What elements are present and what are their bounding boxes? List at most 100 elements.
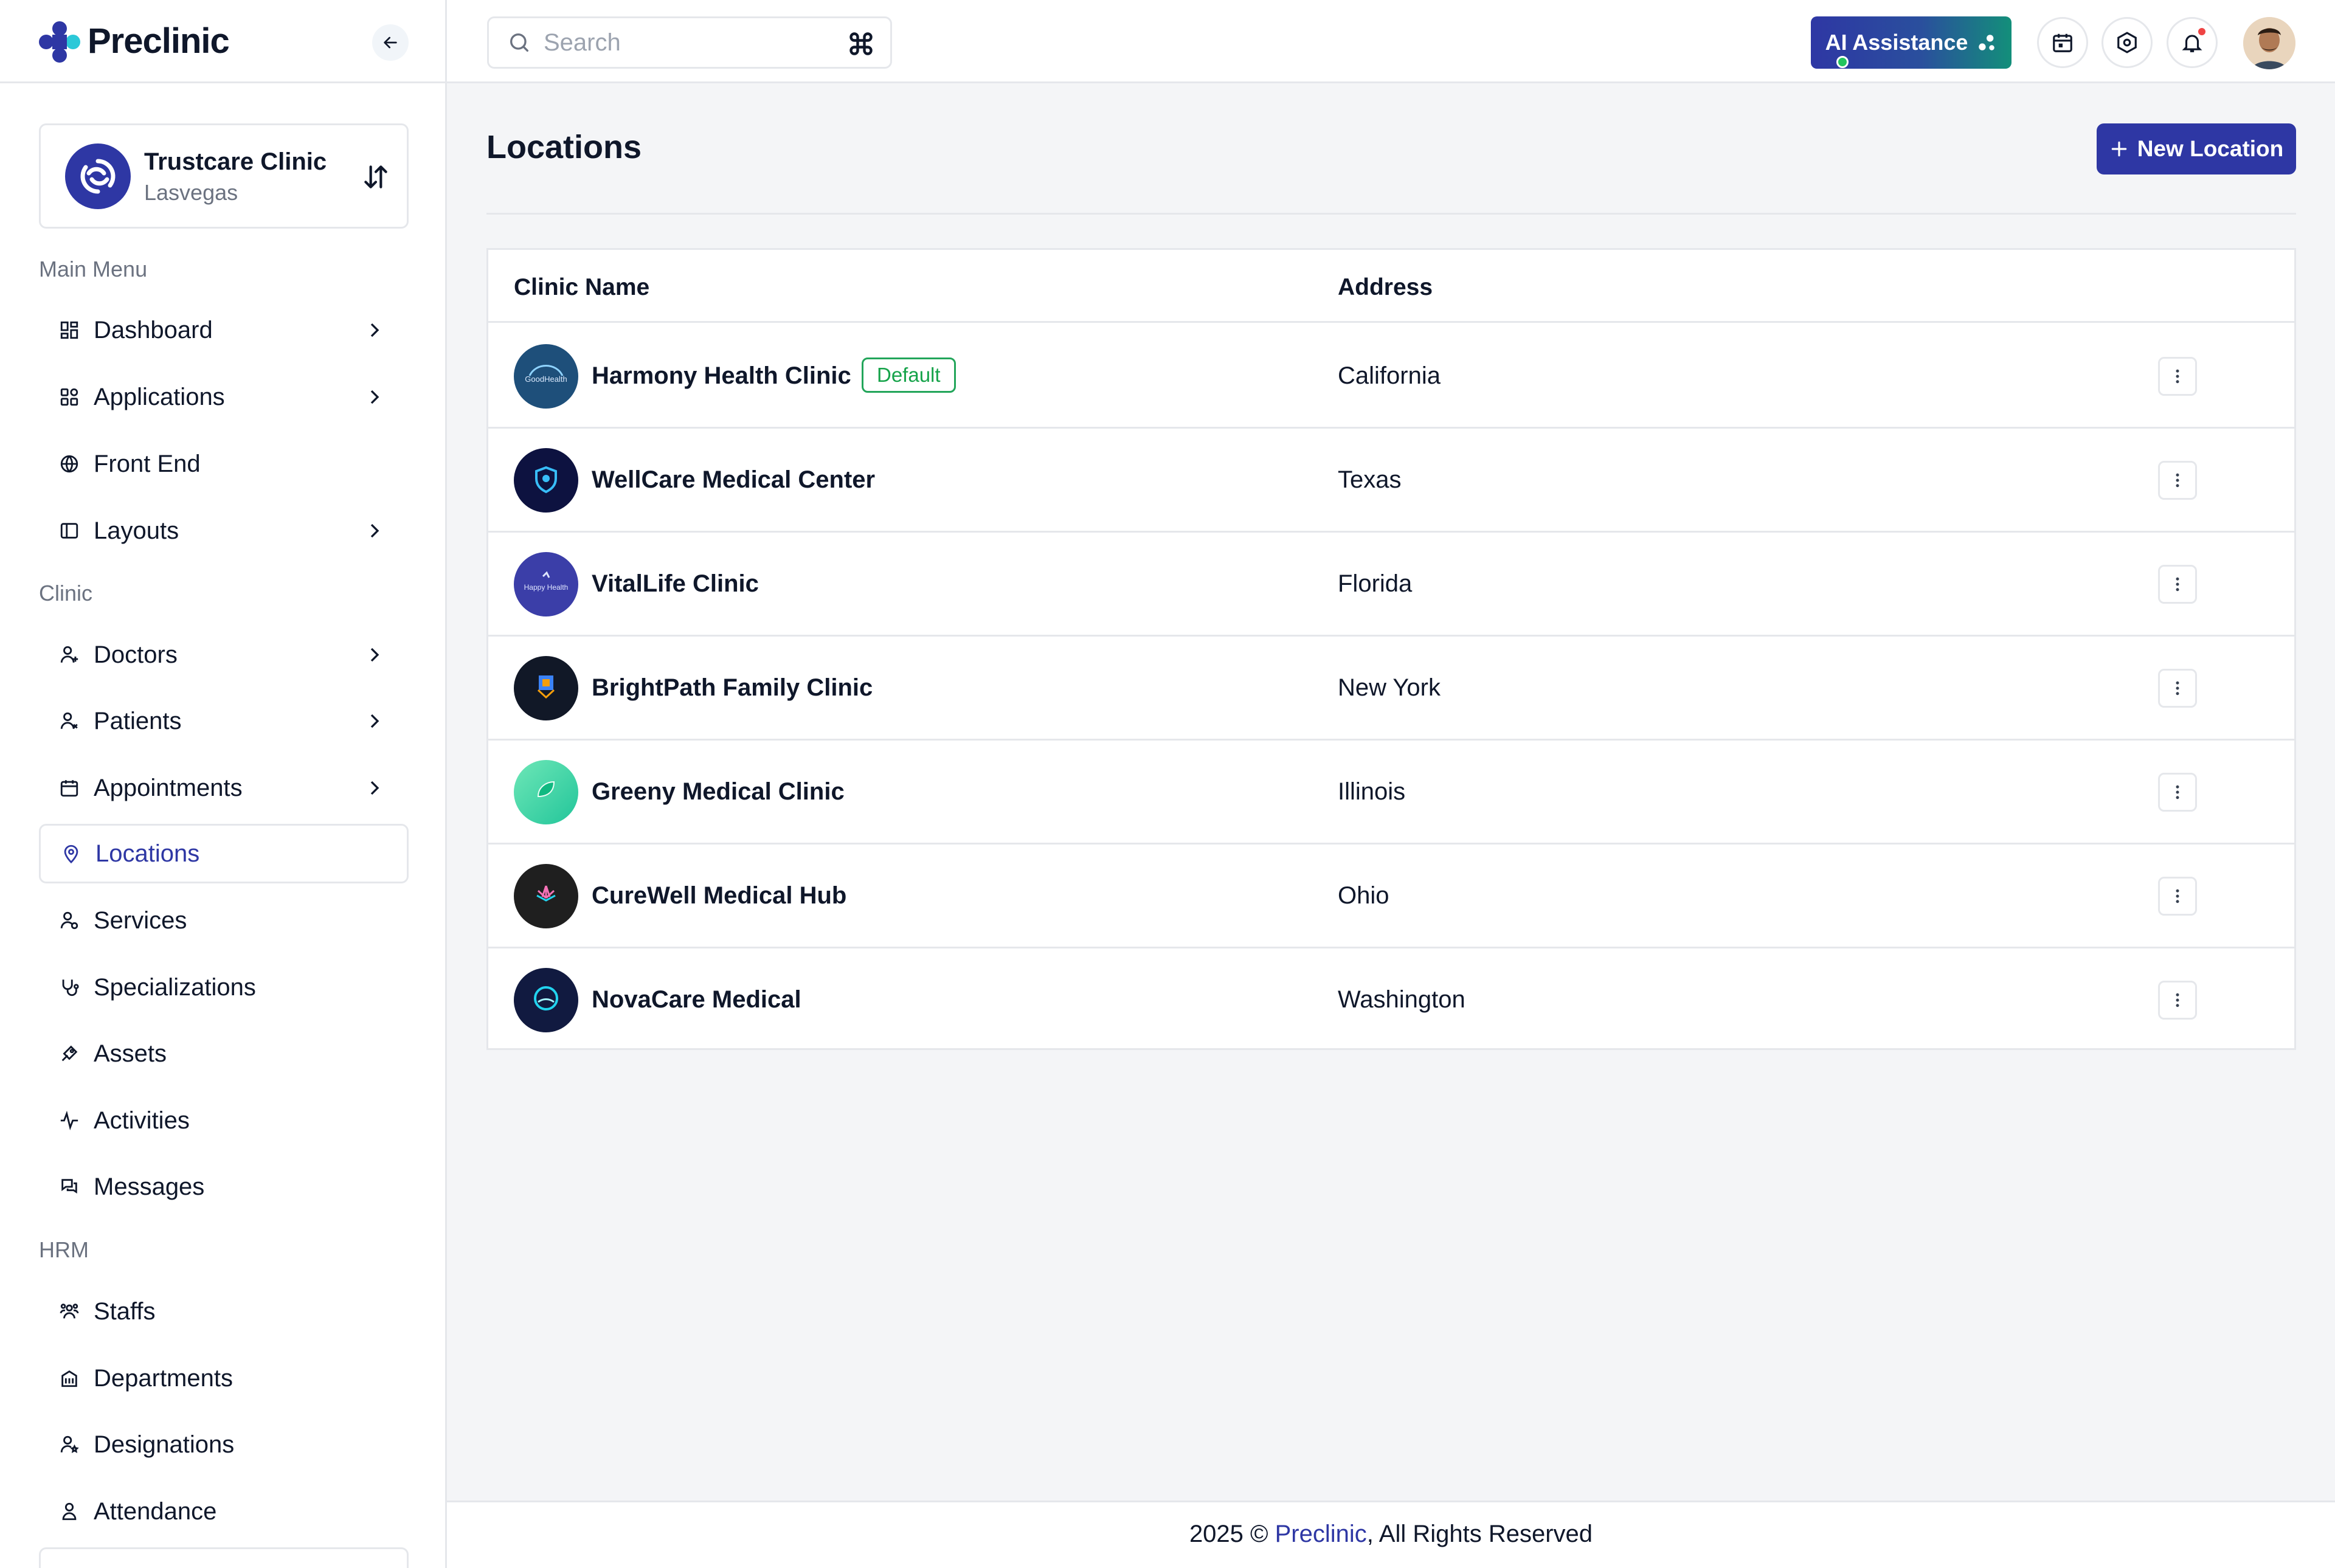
clinic-logo-image (514, 864, 578, 928)
sidebar-item-applications[interactable]: Applications (39, 367, 409, 427)
settings-hexagon-icon (2117, 32, 2137, 54)
doctor-icon (56, 641, 83, 668)
locations-table: Clinic Name Address GoodHealth Harmony H… (486, 248, 2296, 1050)
table-row[interactable]: WellCare Medical Center Texas (488, 429, 2294, 533)
clinic-name: VitalLife Clinic (592, 570, 759, 597)
sidebar-item-label: Activities (94, 1107, 190, 1134)
clinic-logo-image (514, 448, 578, 513)
building-icon (56, 1365, 83, 1392)
sidebar-item-layouts[interactable]: Layouts (39, 501, 409, 561)
sidebar-item-services[interactable]: Services (39, 891, 409, 950)
table-row[interactable]: BrightPath Family Clinic New York (488, 637, 2294, 741)
row-actions-button[interactable] (2158, 981, 2197, 1020)
sidebar-item-dashboard[interactable]: Dashboard (39, 300, 409, 360)
table-row[interactable]: CureWell Medical Hub Ohio (488, 844, 2294, 948)
sidebar-item-label: Front End (94, 450, 201, 477)
more-vertical-icon (2176, 473, 2179, 488)
row-actions-button[interactable] (2158, 357, 2197, 396)
sidebar-item-designations[interactable]: Designations (39, 1415, 409, 1474)
footer-prefix: 2025 © (1189, 1521, 1275, 1547)
sidebar-item-label: Assets (94, 1040, 167, 1067)
clinic-address: California (1338, 362, 1441, 389)
sidebar-item-activities[interactable]: Activities (39, 1091, 409, 1150)
designation-icon (56, 1431, 83, 1458)
row-actions-button[interactable] (2158, 565, 2197, 604)
calendar-button[interactable] (2037, 17, 2088, 68)
arrow-left-icon (384, 36, 397, 49)
header-divider (486, 213, 2296, 215)
clinic-logo-image: GoodHealth (514, 344, 578, 409)
menu-heading-hrm: HRM (39, 1237, 89, 1262)
command-key-icon (849, 32, 873, 55)
ai-assistance-label: AI Assistance (1825, 30, 1968, 55)
swap-vertical-icon (364, 165, 387, 188)
sidebar-item-front-end[interactable]: Front End (39, 434, 409, 494)
settings-button[interactable] (2102, 17, 2153, 68)
row-actions-button[interactable] (2158, 461, 2197, 500)
search-input[interactable] (544, 29, 835, 57)
clinic-logo-image (514, 656, 578, 720)
clinic-address: New York (1338, 674, 1441, 701)
brand-header: Preclinic (0, 0, 445, 83)
online-status-dot (1836, 56, 1849, 68)
sidebar-item-locations[interactable]: Locations (39, 824, 409, 883)
user-avatar[interactable] (2243, 17, 2295, 69)
sidebar-bottom-card (39, 1547, 409, 1568)
sidebar-item-label: Specializations (94, 973, 256, 1001)
sidebar-item-label: Doctors (94, 641, 178, 668)
sidebar-item-label: Attendance (94, 1497, 217, 1525)
clinic-logo (514, 864, 578, 928)
preclinic-logo-icon (39, 21, 80, 63)
sidebar-item-specializations[interactable]: Specializations (39, 958, 409, 1017)
sidebar-item-staffs[interactable]: Staffs (39, 1282, 409, 1341)
sidebar-item-assets[interactable]: Assets (39, 1024, 409, 1083)
dashboard-icon (56, 317, 83, 344)
attendance-icon (56, 1498, 83, 1525)
collapse-sidebar-button[interactable] (372, 24, 409, 61)
clinic-name: Harmony Health Clinic (592, 362, 851, 389)
menu-heading-main: Main Menu (39, 257, 148, 281)
messages-icon (56, 1173, 83, 1200)
sidebar-item-label: Dashboard (94, 316, 213, 344)
more-vertical-icon (2176, 785, 2179, 800)
chevron-right-icon (370, 323, 379, 337)
clinic-name: NovaCare Medical (592, 986, 801, 1013)
table-row[interactable]: NovaCare Medical Washington (488, 948, 2294, 1052)
notifications-button[interactable] (2167, 17, 2218, 68)
patient-icon (56, 708, 83, 734)
sidebar: Preclinic Trustcare Clinic Lasvegas Main… (0, 0, 447, 1568)
more-vertical-icon (2176, 681, 2179, 696)
sidebar-item-patients[interactable]: Patients (39, 691, 409, 751)
clinic-logo (514, 968, 578, 1032)
sidebar-item-label: Appointments (94, 774, 243, 801)
row-actions-button[interactable] (2158, 773, 2197, 812)
sidebar-item-messages[interactable]: Messages (39, 1157, 409, 1217)
sidebar-item-appointments[interactable]: Appointments (39, 758, 409, 818)
row-actions-button[interactable] (2158, 669, 2197, 708)
sidebar-item-departments[interactable]: Departments (39, 1349, 409, 1408)
clinic-name: BrightPath Family Clinic (592, 674, 873, 701)
calendar-icon (56, 775, 83, 801)
table-row[interactable]: Greeny Medical Clinic Illinois (488, 741, 2294, 844)
staffs-icon (56, 1298, 83, 1325)
clinic-logo (514, 760, 578, 824)
row-actions-button[interactable] (2158, 877, 2197, 916)
apps-icon (56, 384, 83, 410)
svg-text:Happy Health: Happy Health (524, 583, 569, 592)
sidebar-item-attendance[interactable]: Attendance (39, 1482, 409, 1541)
new-location-button[interactable]: New Location (2097, 123, 2296, 174)
clinic-avatar (65, 143, 131, 209)
sidebar-item-label: Patients (94, 707, 182, 734)
footer-brand-link[interactable]: Preclinic (1275, 1521, 1367, 1547)
clinic-logo-image (514, 760, 578, 824)
footer-text: 2025 © Preclinic, All Rights Reserved (447, 1521, 2335, 1548)
sidebar-item-doctors[interactable]: Doctors (39, 625, 409, 685)
clinic-logo: GoodHealth (514, 344, 578, 409)
clinic-switcher[interactable]: Trustcare Clinic Lasvegas (39, 123, 409, 229)
sidebar-item-label: Layouts (94, 517, 179, 544)
table-row[interactable]: GoodHealth Harmony Health Clinic Default… (488, 325, 2294, 429)
clinic-city: Lasvegas (144, 180, 238, 205)
new-location-label: New Location (2137, 136, 2284, 161)
clinic-logo (514, 656, 578, 720)
table-row[interactable]: Happy Health VitalLife Clinic Florida (488, 533, 2294, 637)
